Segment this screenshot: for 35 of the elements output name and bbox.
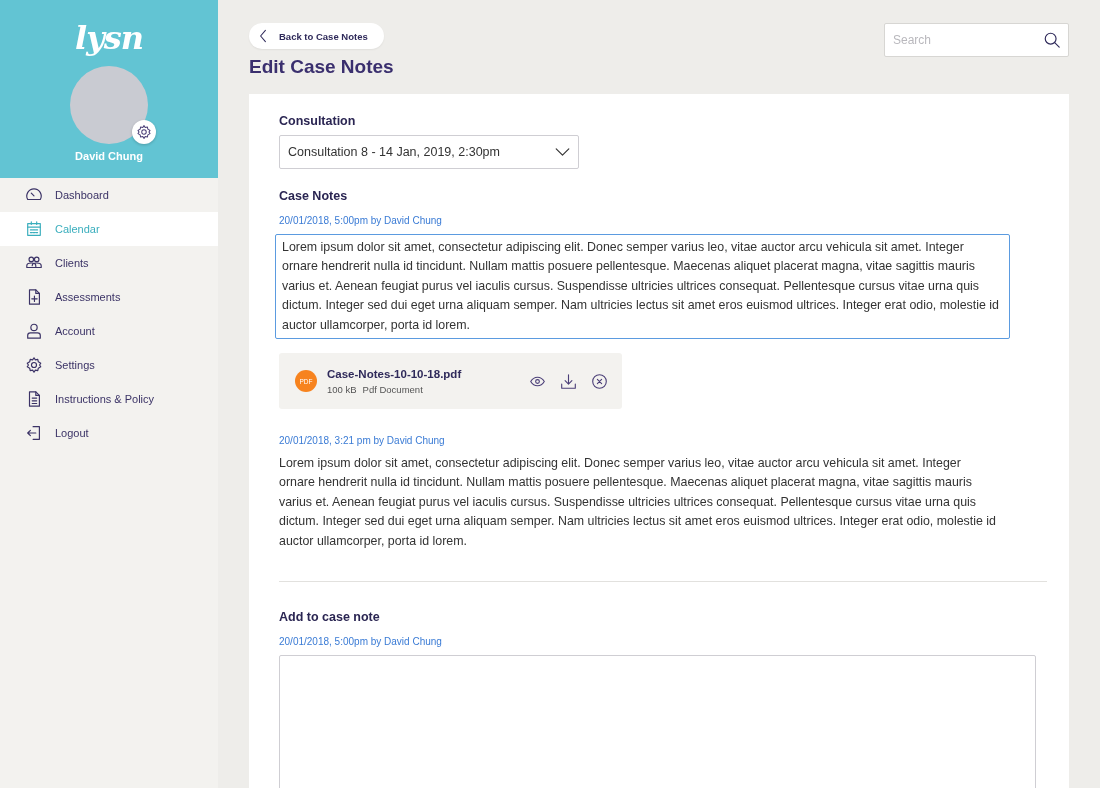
search-field[interactable]: Search <box>884 23 1069 57</box>
nav-item[interactable]: Assessments <box>0 280 218 314</box>
chevron-down-icon <box>555 147 570 157</box>
person-icon <box>25 322 43 340</box>
note-meta: 20/01/2018, 3:21 pm by David Chung <box>279 435 446 447</box>
download-icon[interactable] <box>560 372 577 390</box>
back-button[interactable]: Back to Case Notes <box>249 23 384 49</box>
chevron-left-icon <box>259 29 267 43</box>
note-meta: 20/01/2018, 5:00pm by David Chung <box>279 215 443 226</box>
settings-icon <box>25 356 43 374</box>
search-icon <box>1043 31 1061 49</box>
nav-item[interactable]: Logout <box>0 416 218 450</box>
section-heading: Add to case note <box>279 610 381 625</box>
nav-item[interactable]: Settings <box>0 348 218 382</box>
logo: lysn <box>75 18 143 58</box>
file-type: Pdf Document <box>362 383 423 395</box>
close-icon[interactable] <box>591 372 608 390</box>
file-name: Case-Notes-10-10-18.pdf <box>327 367 463 380</box>
page-title: Edit Case Notes <box>249 55 395 79</box>
settings-badge-button[interactable] <box>132 120 156 144</box>
user-name: David Chung <box>75 150 143 162</box>
section-heading: Case Notes <box>279 189 349 203</box>
consultation-dropdown[interactable]: Consultation 8 - 14 Jan, 2019, 2:30pm <box>279 135 579 169</box>
settings-icon <box>136 124 152 140</box>
calendar-icon <box>25 220 43 238</box>
section-heading: Consultation <box>279 114 357 128</box>
nav-item[interactable]: Instructions & Policy <box>0 382 218 416</box>
nav-item[interactable]: Account <box>0 314 218 348</box>
logout-icon <box>25 424 43 442</box>
note-text: Lorem ipsum dolor sit amet, consectetur adipiscing elit. Donec semper varius leo, vitae auctor arcu vehicula sit amet. Integer ornare hendrerit nulla id tincidunt. Nullam mattis posuere pellentesque. Maecenas aliquet placerat magna, vitae sagittis mauris varius et. Aenean feugiat purus vel iaculis cursus. Suspendisse ultricies ultrices consequat. Pellentesque cursus vitae urna quis dictum. Integer sed dui eget urna aliquam semper. Nam ultricies lectus sit amet eros euismod ultrices. Integer erat odio, molestie id auctor ullamcorper, porta id lorem. <box>279 455 997 550</box>
note-text-field[interactable]: Lorem ipsum dolor sit amet, consectetur adipiscing elit. Donec semper varius leo, vitae auctor arcu vehicula sit amet. Integer ornare hendrerit nulla id tincidunt. Nullam mattis posuere pellentesque. Maecenas aliquet placerat magna, vitae sagittis mauris varius et. Aenean feugiat purus vel iaculis cursus. Suspendisse ultricies ultrices consequat. Pellentesque cursus vitae urna quis dictum. Integer sed dui eget urna aliquam semper. Nam ultricies lectus sit amet eros euismod ultrices. Integer erat odio, molestie id auctor ullamcorper, porta id lorem. <box>275 234 1010 340</box>
file-size: 100 kB <box>327 383 357 395</box>
nav-item[interactable]: Clients <box>0 246 218 280</box>
note-meta: 20/01/2018, 5:00pm by David Chung <box>279 636 443 648</box>
nav-item[interactable]: Dashboard <box>0 178 218 212</box>
